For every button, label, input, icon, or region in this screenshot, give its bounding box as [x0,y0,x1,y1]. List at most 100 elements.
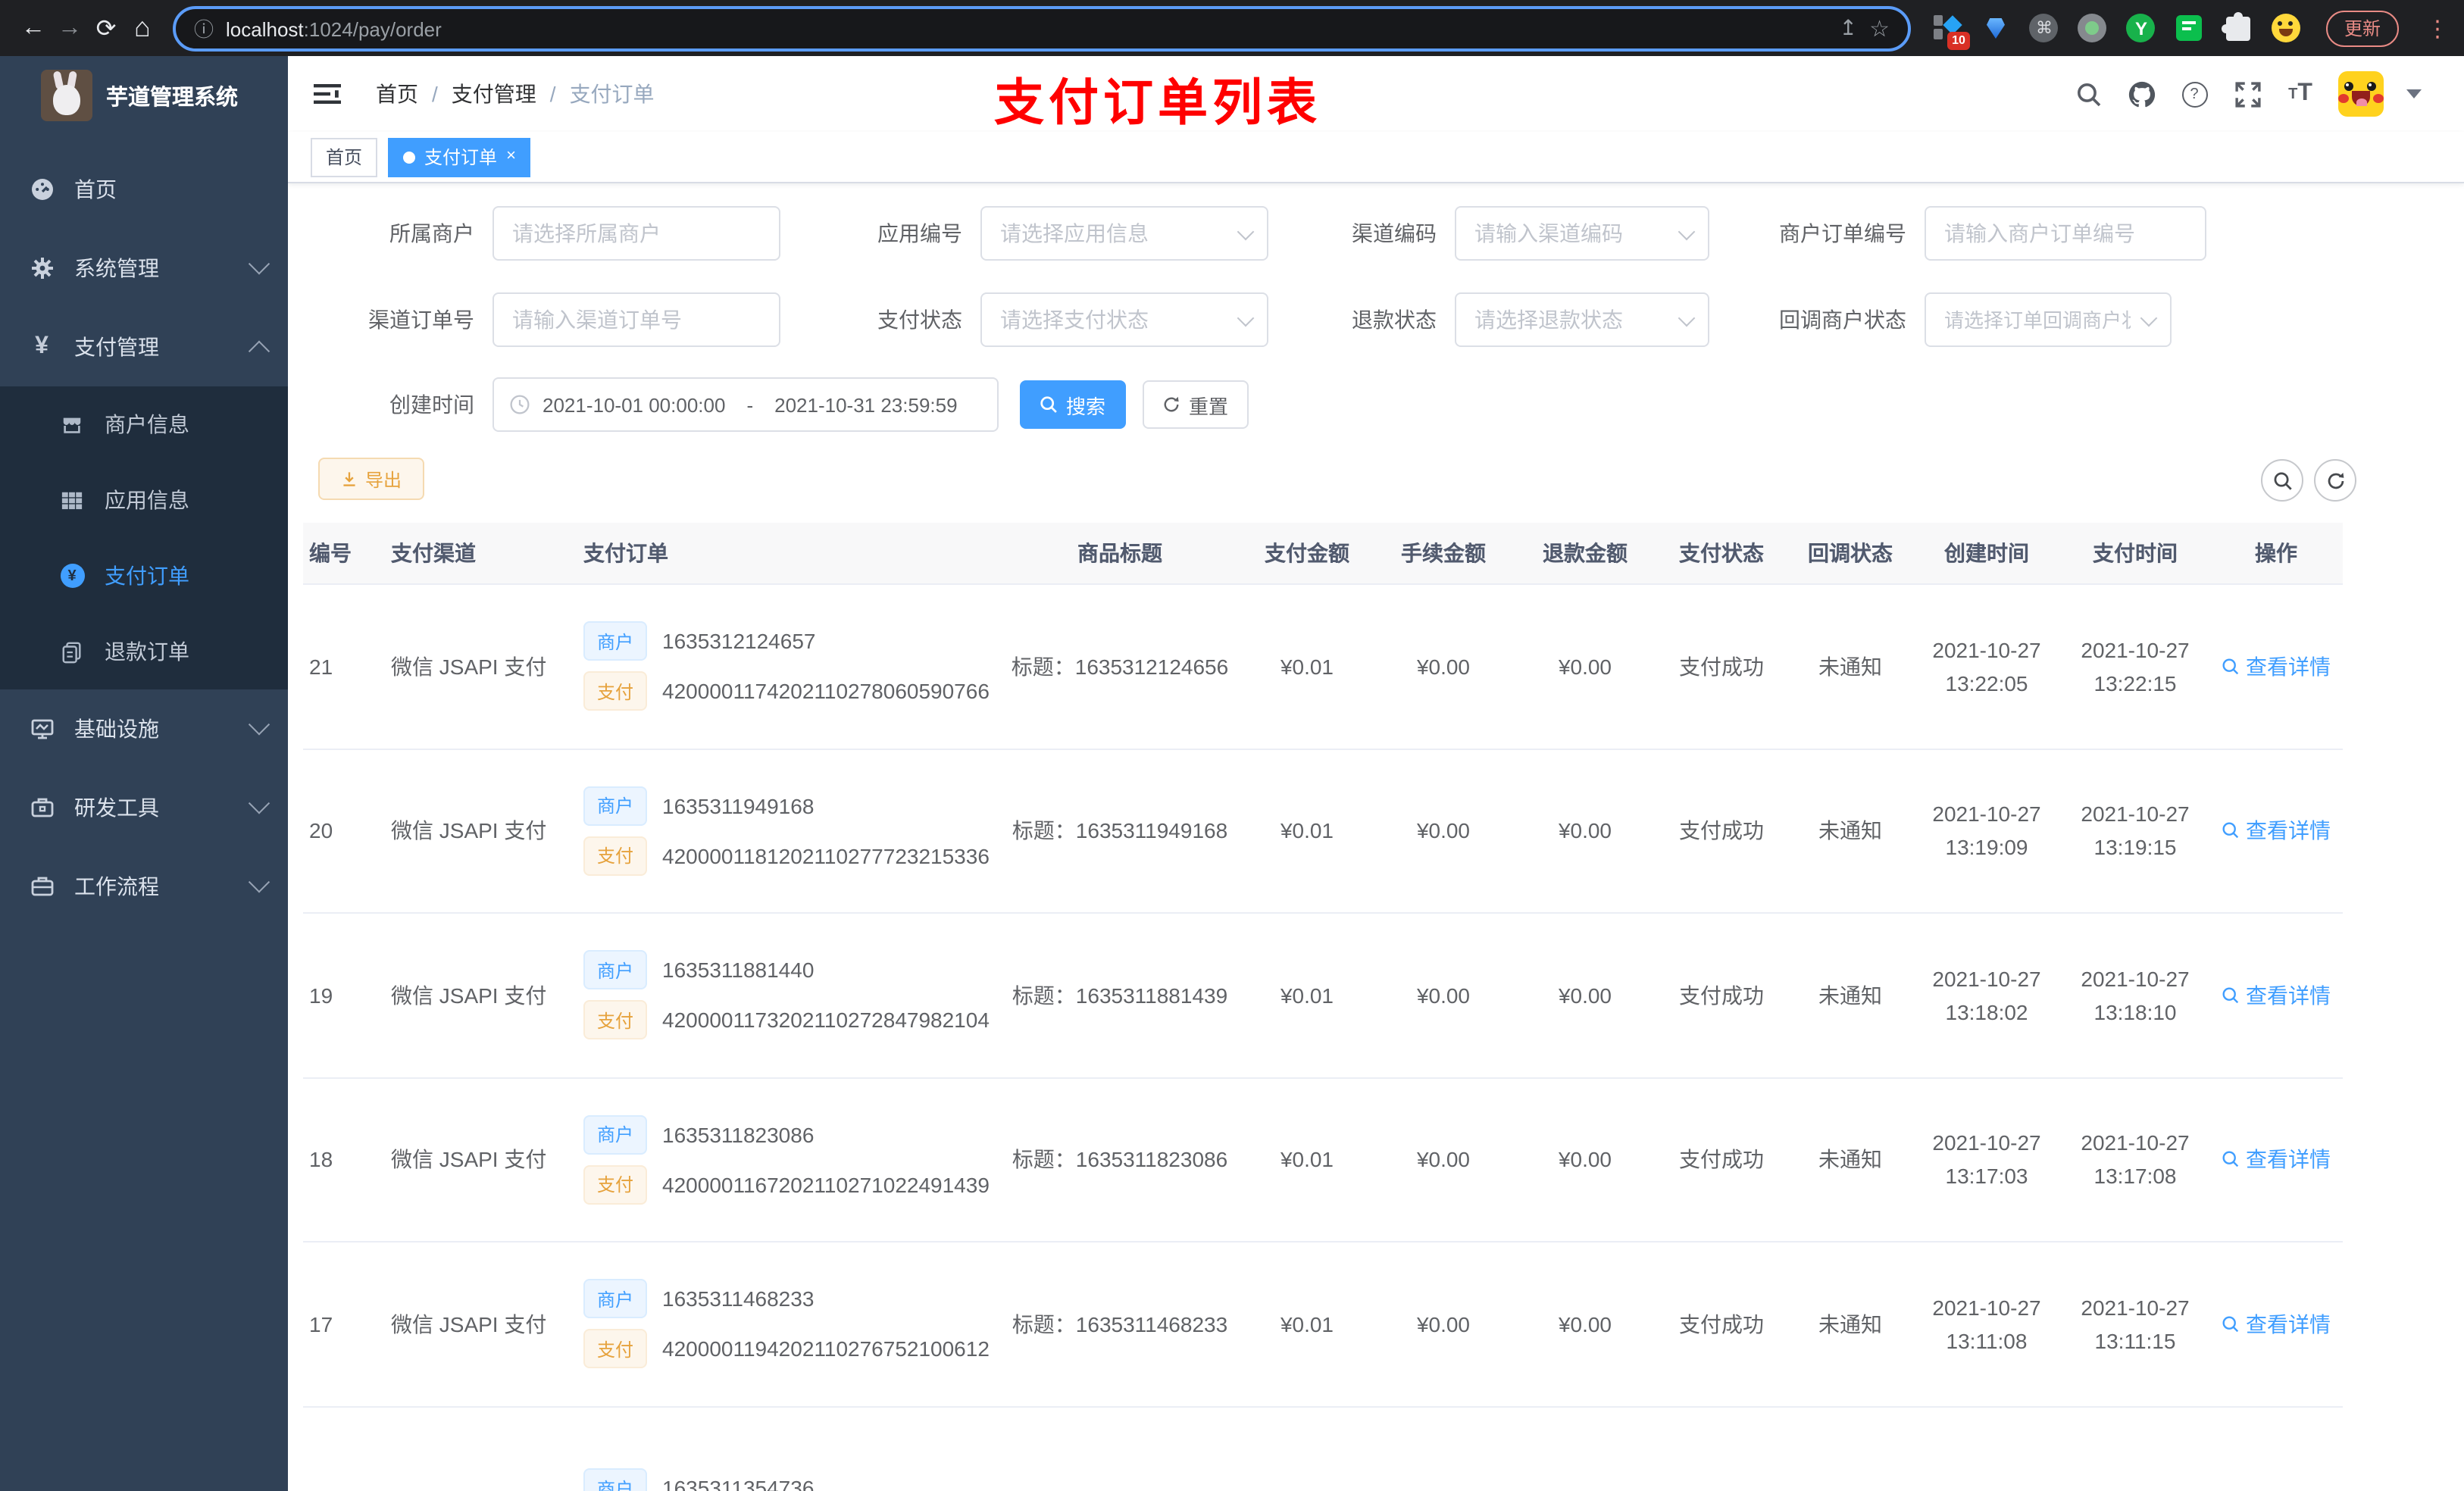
tab-pay-order[interactable]: 支付订单 × [388,137,531,177]
col-header: 支付状态 [1679,541,1764,565]
back-icon[interactable]: ← [15,10,52,46]
view-detail-link[interactable]: 查看详情 [2222,816,2331,846]
active-dot [403,151,416,163]
sidebar-item-payment[interactable]: ¥ 支付管理 [0,308,288,386]
app-select[interactable] [980,206,1268,261]
filter-label: 退款状态 [1352,308,1437,332]
view-detail-link[interactable]: 查看详情 [2222,652,2331,682]
profile-emoji-avatar[interactable] [2272,13,2302,43]
site-info-icon[interactable]: ⓘ [194,14,214,42]
forward-icon[interactable]: → [52,10,88,46]
extension-command-icon[interactable]: ⌘ [2029,13,2059,43]
extension-tabs-icon[interactable]: 10 [1932,13,1970,49]
gem-shape [1986,17,2005,39]
sidebar-item-label: 商户信息 [105,412,189,436]
pay-tag: 支付 [583,1000,648,1040]
sidebar-item-devtools[interactable]: 研发工具 [0,768,288,847]
refresh-table-button[interactable] [2314,459,2356,502]
breadcrumb-pay-manage[interactable]: 支付管理 [452,79,536,109]
search-button[interactable]: 搜索 [1020,380,1126,429]
pay-status-select[interactable] [980,292,1268,347]
help-icon[interactable]: ? [2179,79,2209,109]
merchant-order-no: 1635311468233 [662,1286,815,1311]
caret-down-icon[interactable] [2406,89,2422,98]
bookmark-star-icon[interactable]: ☆ [1869,14,1890,42]
chrome-menu-kebab-icon[interactable]: ⋮ [2426,14,2449,42]
cell-order: 商户 1635312124657 支付 4200001174202110278060… [573,611,997,722]
cell-amount: ¥0.01 [1280,818,1334,843]
toggle-search-button[interactable] [2261,459,2303,502]
pay-order-no: 4200001181202110277723215336 [662,843,990,868]
cell-order: 商户 1635311881440 支付 4200001173202110272847… [573,940,997,1051]
home-icon[interactable]: ⌂ [124,10,161,46]
sidebar-item-refund-order[interactable]: 退款订单 [0,614,288,689]
table-header-row: 编号 支付渠道 支付订单 商品标题 支付金额 手续金额 退款金额 支付状态 回调… [303,523,2343,585]
cell-channel: 微信 JSAPI 支付 [391,983,547,1008]
share-icon[interactable]: ↥ [1840,15,1857,41]
filter-refund-status: 退款状态 [1255,292,1709,347]
y-glyph: Y [2126,14,2156,42]
view-detail-link[interactable]: 查看详情 [2222,1309,2331,1339]
extension-record-icon[interactable] [2078,13,2108,43]
hamburger-icon[interactable] [311,77,344,111]
filter-label: 渠道编码 [1352,221,1437,245]
search-icon[interactable] [2073,79,2103,109]
breadcrumb: 首页 / 支付管理 / 支付订单 [376,56,655,132]
channel-order-no-input[interactable] [492,292,780,347]
fullscreen-icon[interactable] [2232,79,2262,109]
extension-chat-icon[interactable] [2175,13,2205,43]
filter-label: 回调商户状态 [1779,308,1906,332]
cell-amount: ¥0.01 [1280,654,1334,679]
date-start: 2021-10-01 00:00:00 [543,393,726,416]
cell-actions: 查看详情 [2209,1309,2343,1339]
table-row: 18 微信 JSAPI 支付 商户 1635311823086 支付 4200001… [303,1078,2343,1242]
github-icon[interactable] [2126,79,2156,109]
extension-gem-icon[interactable] [1981,13,2011,43]
sidebar-item-infrastructure[interactable]: 基础设施 [0,689,288,768]
sidebar-item-pay-order[interactable]: ¥ 支付订单 [0,538,288,614]
sidebar-item-workflow[interactable]: 工作流程 [0,847,288,926]
payment-submenu: 商户信息 应用信息 ¥ 支付订单 退款订单 [0,386,288,689]
cell-title: 标题：1635312124656 [1011,654,1229,679]
table-row: 21 微信 JSAPI 支付 商户 1635312124657 支付 4200001… [303,585,2343,749]
chat-shape [2176,15,2203,41]
sidebar-item-label: 应用信息 [105,488,189,512]
cell-fee: ¥0.00 [1416,1147,1471,1172]
callback-status-select[interactable] [1925,292,2172,347]
merchant-tag: 商户 [583,621,648,661]
breadcrumb-home[interactable]: 首页 [376,79,418,109]
filter-label: 渠道订单号 [368,308,474,332]
sidebar-item-app-info[interactable]: 应用信息 [0,462,288,538]
reload-icon[interactable]: ⟳ [88,10,124,46]
sidebar-item-home[interactable]: 首页 [0,150,288,229]
sidebar-item-merchant-info[interactable]: 商户信息 [0,386,288,462]
reset-button[interactable]: 重置 [1143,380,1249,429]
merchant-input[interactable] [492,206,780,261]
cell-amount: ¥0.01 [1280,1147,1334,1172]
cell-title: 标题：1635311949168 [1012,818,1228,843]
close-icon[interactable]: × [506,148,516,165]
refund-status-select[interactable] [1455,292,1709,347]
app-logo[interactable]: 芋道管理系统 [0,56,288,129]
avatar[interactable] [2338,71,2384,117]
chrome-update-button[interactable]: 更新 [2325,10,2399,46]
merchant-order-no-input[interactable] [1925,206,2206,261]
tab-home[interactable]: 首页 [311,137,378,177]
breadcrumb-separator: / [549,82,556,106]
date-range-picker[interactable]: 2021-10-01 00:00:00 - 2021-10-31 23:59:5… [492,377,999,432]
view-detail-link[interactable]: 查看详情 [2222,1145,2331,1175]
extensions-puzzle-icon[interactable] [2221,11,2253,43]
url-bar[interactable]: ⓘ localhost:1024/pay/order ↥ ☆ [173,5,1911,51]
cell-channel: 微信 JSAPI 支付 [391,1311,547,1336]
view-detail-label: 查看详情 [2246,818,2331,843]
channel-code-select[interactable] [1455,206,1709,261]
sidebar-item-system[interactable]: 系统管理 [0,229,288,308]
cell-channel: 微信 JSAPI 支付 [391,1147,547,1172]
font-size-icon[interactable]: TT [2285,79,2315,109]
sidebar-item-label: 首页 [74,177,117,202]
extension-y-icon[interactable]: Y [2126,13,2156,43]
col-header: 支付渠道 [391,541,476,565]
view-detail-label: 查看详情 [2246,1311,2331,1336]
view-detail-link[interactable]: 查看详情 [2222,980,2331,1011]
export-button[interactable]: 导出 [318,458,424,500]
